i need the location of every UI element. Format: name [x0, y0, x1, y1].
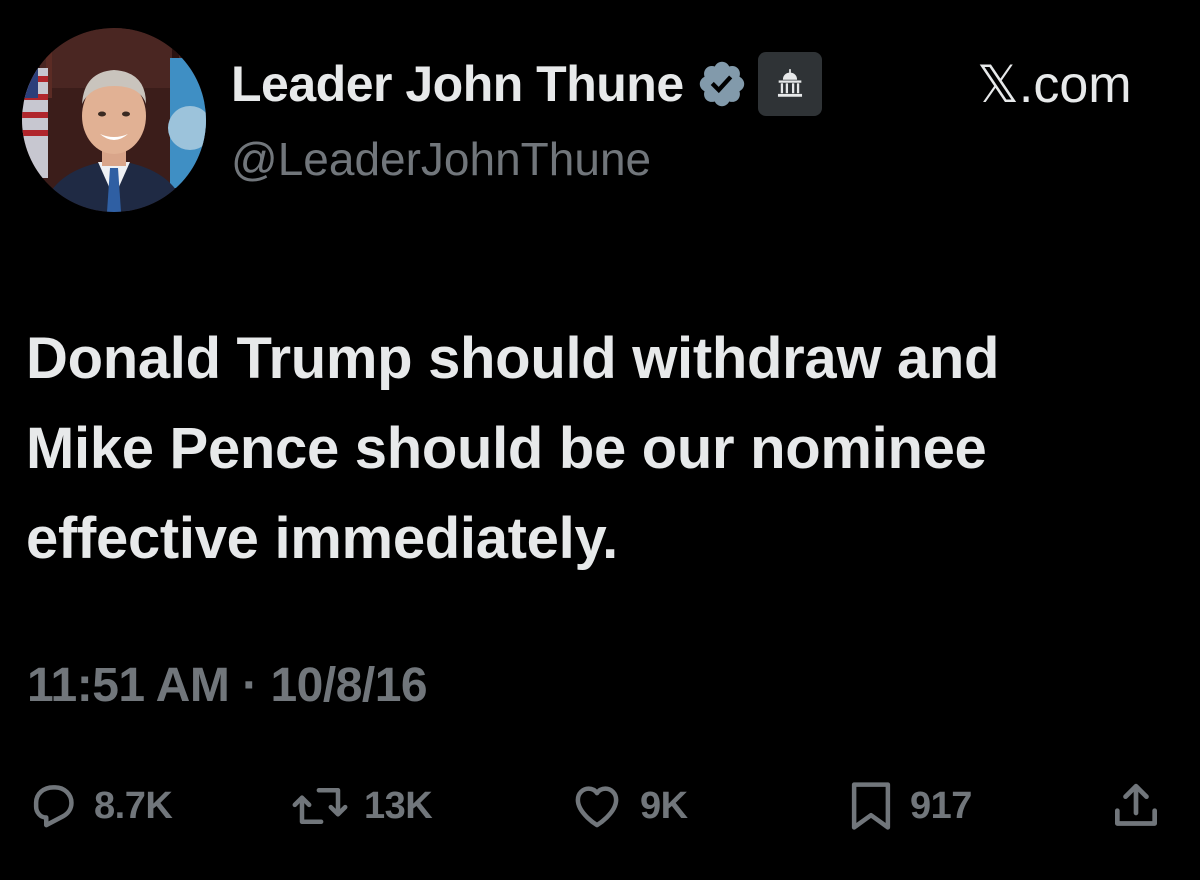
tweet-text: Donald Trump should withdraw and Mike Pe…: [26, 314, 1186, 584]
share-button[interactable]: [1108, 776, 1164, 836]
tweet-text-line: Donald Trump should withdraw and: [26, 326, 1000, 391]
capitol-building-icon[interactable]: [757, 52, 822, 116]
share-icon: [1108, 778, 1164, 834]
like-count: 9K: [640, 784, 688, 827]
bookmark-icon: [846, 779, 896, 833]
display-name[interactable]: Leader John Thune: [231, 55, 684, 113]
display-name-row: Leader John Thune: [231, 52, 822, 116]
bookmark-button[interactable]: 917: [846, 776, 972, 836]
reply-icon: [26, 779, 80, 833]
avatar-photo: [22, 28, 206, 212]
repost-icon: [290, 779, 350, 833]
tweet-text-line: Mike Pence should be our nominee: [26, 416, 987, 481]
heart-icon: [568, 779, 626, 833]
author-handle[interactable]: @LeaderJohnThune: [231, 131, 651, 187]
avatar[interactable]: [22, 28, 206, 212]
bookmark-count: 917: [910, 784, 972, 827]
tweet-timestamp[interactable]: 11:51 AM · 10/8/16: [27, 656, 428, 716]
repost-button[interactable]: 13K: [290, 776, 433, 836]
reply-count: 8.7K: [94, 784, 173, 827]
like-button[interactable]: 9K: [568, 776, 688, 836]
tweet-text-line: effective immediately.: [26, 506, 618, 571]
source-label: 𝕏.com: [977, 56, 1132, 114]
verified-badge-icon[interactable]: [696, 58, 748, 110]
repost-count: 13K: [364, 784, 433, 827]
reply-button[interactable]: 8.7K: [26, 776, 173, 836]
